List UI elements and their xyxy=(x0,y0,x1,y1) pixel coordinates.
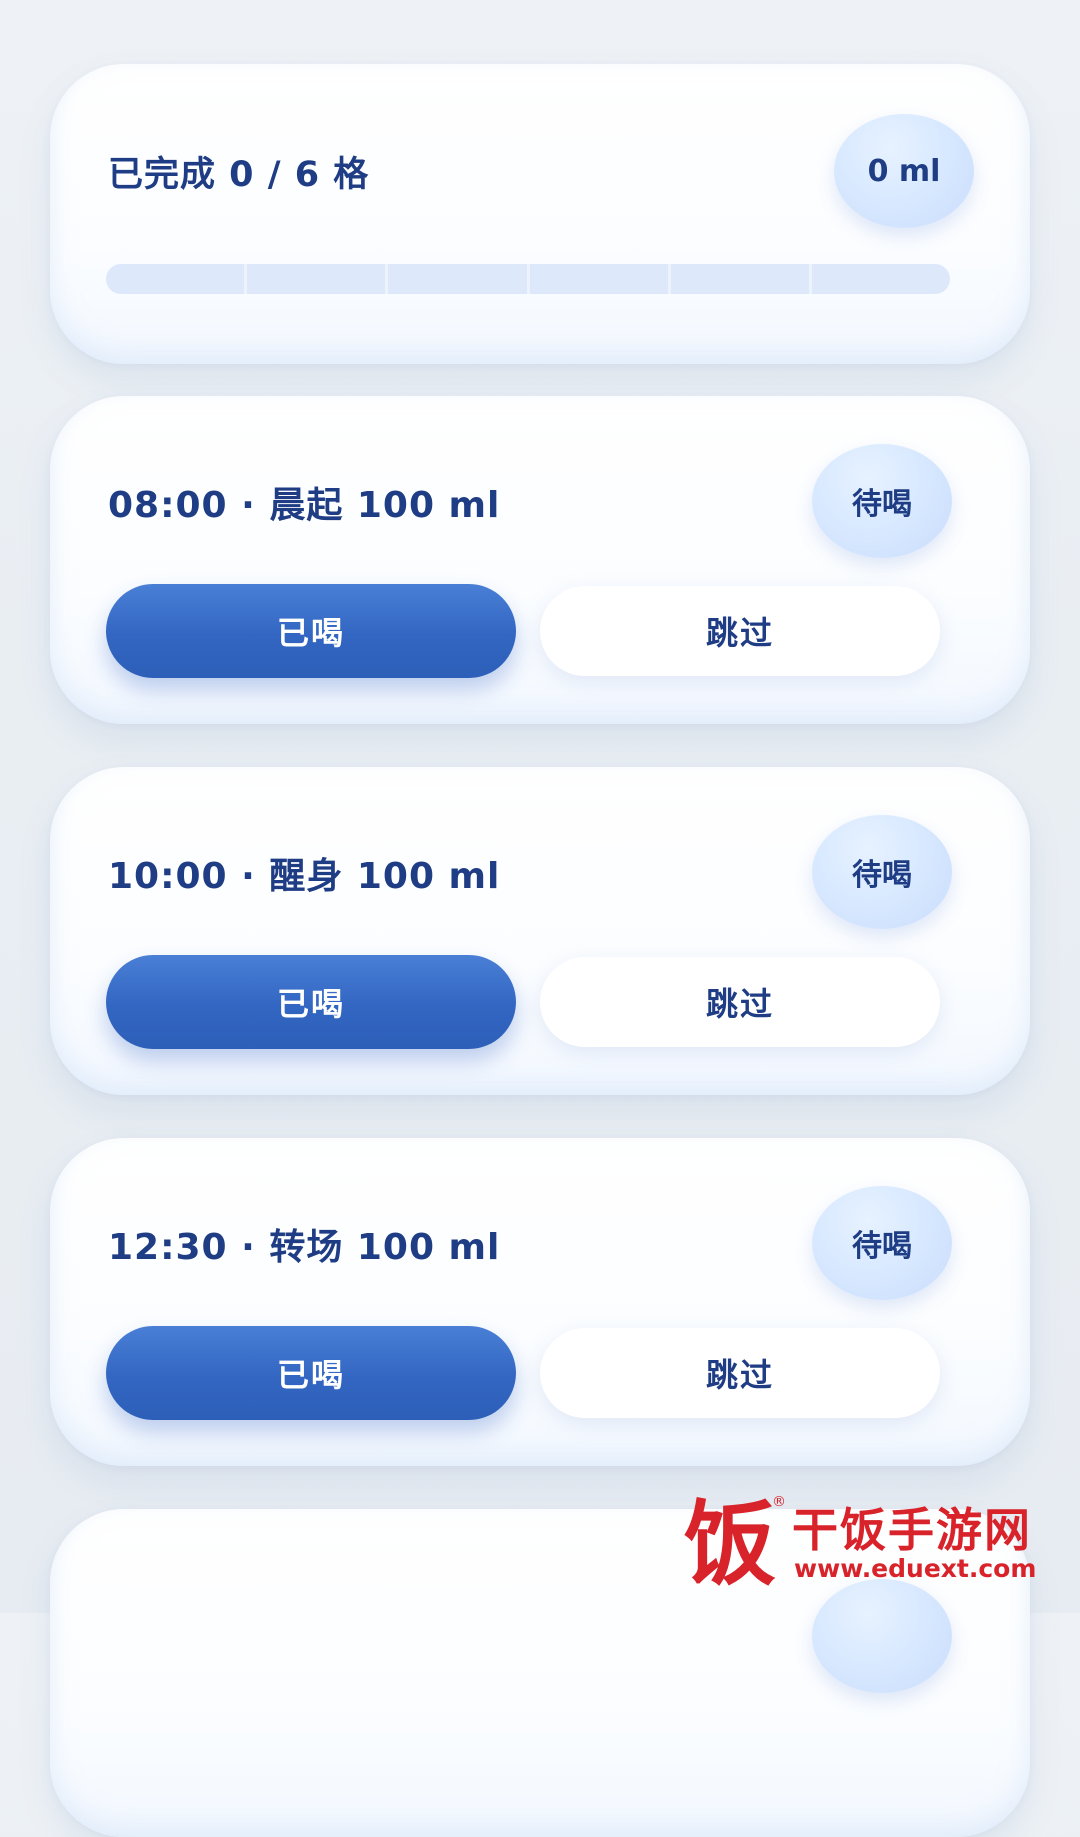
progress-segment xyxy=(385,264,526,294)
status-badge: 待喝 xyxy=(812,444,952,558)
status-badge: 待喝 xyxy=(812,815,952,929)
watermark-site-url: www.eduext.com xyxy=(794,1554,1037,1583)
progress-segment xyxy=(808,264,950,294)
progress-segment xyxy=(526,264,668,294)
status-badge: 待喝 xyxy=(812,1186,952,1300)
watermark-site-name: 干饭手游网 xyxy=(792,1503,1032,1557)
mark-drank-button[interactable]: 已喝 xyxy=(106,955,516,1049)
mark-drank-button[interactable]: 已喝 xyxy=(106,1326,516,1420)
schedule-entry-card: 12:30 · 转场 100 ml 待喝 已喝 跳过 xyxy=(50,1138,1030,1466)
schedule-entry-card: 08:00 · 晨起 100 ml 待喝 已喝 跳过 xyxy=(50,396,1030,724)
schedule-entry-title: 10:00 · 醒身 100 ml xyxy=(108,856,501,897)
progress-summary-card: 已完成 0 / 6 格 0 ml xyxy=(50,64,1030,364)
progress-bar xyxy=(106,264,950,294)
site-watermark: 饭 ® 干饭手游网 www.eduext.com xyxy=(680,1492,1060,1604)
schedule-entry-title: 12:30 · 转场 100 ml xyxy=(108,1227,501,1268)
skip-button[interactable]: 跳过 xyxy=(540,586,940,676)
schedule-entry-title: 08:00 · 晨起 100 ml xyxy=(108,485,501,526)
mark-drank-button[interactable]: 已喝 xyxy=(106,584,516,678)
progress-segment xyxy=(667,264,809,294)
progress-segment xyxy=(106,264,244,294)
skip-button[interactable]: 跳过 xyxy=(540,957,940,1047)
watermark-logo-icon: 饭 xyxy=(683,1490,776,1598)
total-volume-badge: 0 ml xyxy=(834,114,974,228)
progress-summary-title: 已完成 0 / 6 格 xyxy=(108,155,370,195)
registered-mark: ® xyxy=(772,1494,786,1510)
schedule-entry-card: 10:00 · 醒身 100 ml 待喝 已喝 跳过 xyxy=(50,767,1030,1095)
skip-button[interactable]: 跳过 xyxy=(540,1328,940,1418)
progress-segment xyxy=(244,264,385,294)
